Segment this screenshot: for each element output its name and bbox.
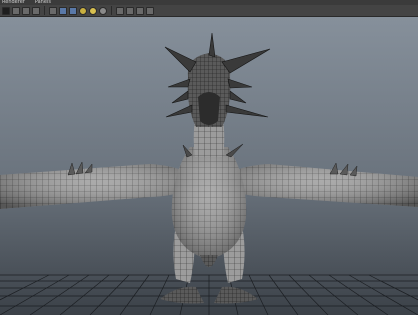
- panel-toolbar: [0, 5, 418, 17]
- textured-icon[interactable]: [69, 6, 77, 15]
- wireframe-icon[interactable]: [49, 6, 57, 15]
- toolbar-divider: [111, 6, 112, 15]
- perspective-viewport[interactable]: [0, 17, 418, 315]
- viewport-canvas[interactable]: [0, 17, 418, 315]
- resolution-gate-icon[interactable]: [136, 6, 144, 15]
- lights-icon[interactable]: [79, 6, 87, 15]
- grid-icon[interactable]: [126, 6, 134, 15]
- frame-all-icon[interactable]: [22, 6, 30, 15]
- maya-viewport-window: Renderer Panels: [0, 0, 418, 315]
- toolbar-divider: [44, 6, 45, 15]
- isolate-icon[interactable]: [116, 6, 124, 15]
- xray-icon[interactable]: [99, 6, 107, 15]
- smooth-shade-icon[interactable]: [59, 6, 67, 15]
- select-camera-icon[interactable]: [12, 6, 20, 15]
- frame-selected-icon[interactable]: [32, 6, 40, 15]
- film-gate-icon[interactable]: [146, 6, 154, 15]
- camera-icon[interactable]: [2, 6, 10, 15]
- shadows-icon[interactable]: [89, 6, 97, 15]
